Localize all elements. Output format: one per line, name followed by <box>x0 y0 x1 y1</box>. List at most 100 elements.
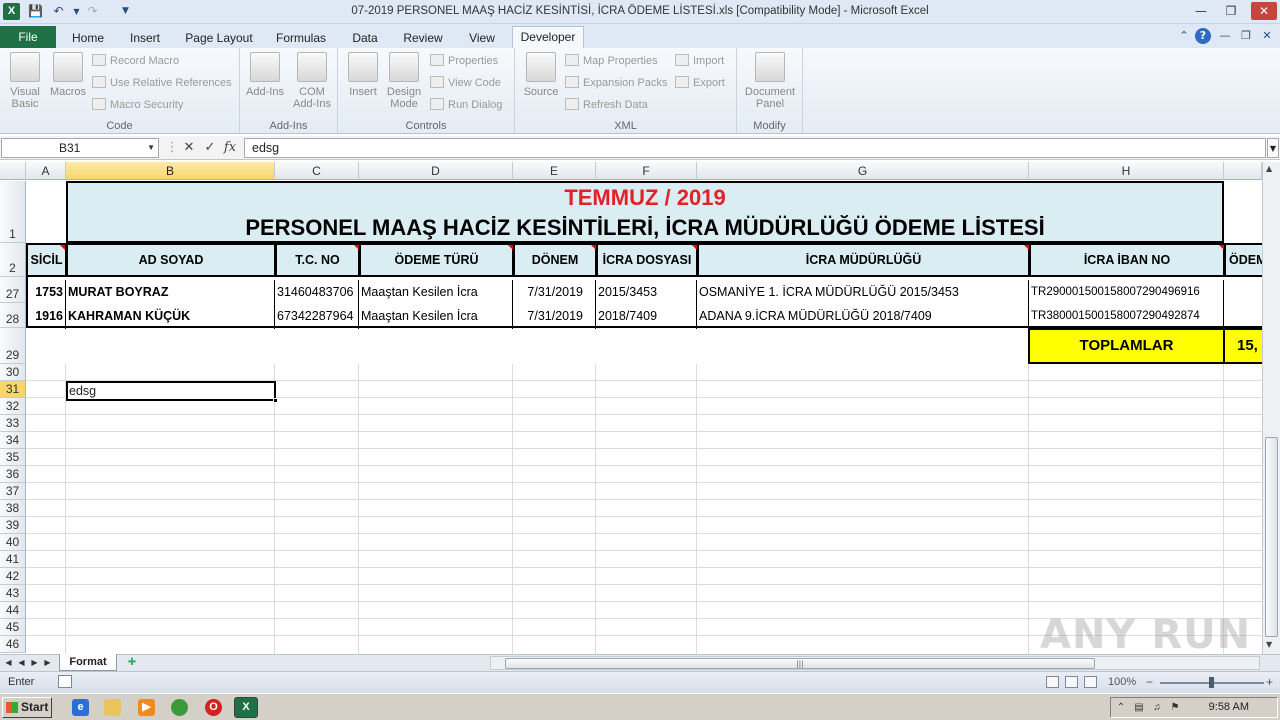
workbook-minimize-icon[interactable]: — <box>1217 28 1233 44</box>
cell-a28[interactable]: 1916 <box>26 304 66 329</box>
cell-i27[interactable] <box>1224 280 1262 305</box>
zoom-level[interactable]: 100% <box>1108 676 1136 688</box>
internet-explorer-icon[interactable]: e <box>72 699 89 716</box>
action-center-flag-icon[interactable]: ⚑ <box>1169 702 1181 714</box>
restore-icon[interactable]: ❐ <box>1220 2 1242 20</box>
page-break-view-icon[interactable] <box>1084 676 1097 688</box>
help-icon[interactable]: ? <box>1195 28 1211 44</box>
column-header-h[interactable]: H <box>1029 162 1224 180</box>
properties-button[interactable]: Properties <box>430 53 498 69</box>
map-properties-button[interactable]: Map Properties <box>565 53 658 69</box>
header-odeme[interactable]: ÖDEM <box>1224 243 1262 277</box>
scroll-up-icon[interactable]: ▲ <box>1266 164 1272 173</box>
tray-expand-icon[interactable]: ⌃ <box>1115 702 1127 714</box>
header-icra-dosyasi[interactable]: İCRA DOSYASI <box>596 243 697 277</box>
column-header-g[interactable]: G <box>697 162 1029 180</box>
run-dialog-button[interactable]: Run Dialog <box>430 97 502 113</box>
record-macro-button[interactable]: Record Macro <box>92 53 179 69</box>
cell-d27[interactable]: Maaştan Kesilen İcra <box>359 280 513 305</box>
cell-f28[interactable]: 2018/7409 <box>596 304 697 329</box>
cell-b27[interactable]: MURAT BOYRAZ <box>66 280 275 305</box>
import-button[interactable]: Import <box>675 53 724 69</box>
last-sheet-icon[interactable]: ▶ <box>42 656 53 670</box>
header-odeme-turu[interactable]: ÖDEME TÜRÜ <box>359 243 513 277</box>
row-header-29[interactable]: 29 <box>0 328 26 364</box>
row-header-2[interactable]: 2 <box>0 243 26 277</box>
tab-page-layout[interactable]: Page Layout <box>180 28 258 48</box>
use-relative-references-button[interactable]: Use Relative References <box>92 75 232 91</box>
cell-h27[interactable]: TR290001500158007290496916 <box>1029 280 1224 305</box>
tab-home[interactable]: Home <box>66 28 110 48</box>
row-header-40[interactable]: 40 <box>0 534 26 551</box>
design-mode-button[interactable]: Design Mode <box>384 52 424 110</box>
expand-formula-bar-icon[interactable]: ▼ <box>1267 138 1279 158</box>
sheet-tab-format[interactable]: Format <box>59 654 117 671</box>
vertical-scroll-thumb[interactable] <box>1265 437 1278 637</box>
header-ad-soyad[interactable]: AD SOYAD <box>66 243 275 277</box>
insert-control-button[interactable]: Insert <box>344 52 382 98</box>
source-button[interactable]: Source <box>521 52 561 98</box>
column-header-c[interactable]: C <box>275 162 359 180</box>
row-header-28[interactable]: 28 <box>0 303 26 328</box>
scroll-down-icon[interactable]: ▼ <box>1266 640 1272 649</box>
header-tc-no[interactable]: T.C. NO <box>275 243 359 277</box>
header-donem[interactable]: DÖNEM <box>513 243 596 277</box>
row-header-44[interactable]: 44 <box>0 602 26 619</box>
row-header-31[interactable]: 31 <box>0 381 26 398</box>
com-addins-button[interactable]: COM Add-Ins <box>290 52 334 110</box>
first-sheet-icon[interactable]: ◀ <box>3 656 14 670</box>
sheet-title-cell[interactable]: TEMMUZ / 2019 PERSONEL MAAŞ HACİZ KESİNT… <box>66 181 1224 243</box>
row-header-46[interactable]: 46 <box>0 636 26 653</box>
addins-button[interactable]: Add-Ins <box>244 52 286 98</box>
horizontal-scrollbar[interactable]: ||| <box>490 656 1260 670</box>
refresh-data-button[interactable]: Refresh Data <box>565 97 648 113</box>
zoom-out-icon[interactable]: − <box>1146 675 1153 689</box>
confirm-entry-icon[interactable]: ✓ <box>202 139 218 157</box>
insert-function-icon[interactable]: fx <box>222 139 238 157</box>
close-icon[interactable]: ✕ <box>1251 2 1277 20</box>
horizontal-scroll-thumb[interactable]: ||| <box>505 658 1095 669</box>
minimize-icon[interactable]: — <box>1190 2 1212 20</box>
row-header-39[interactable]: 39 <box>0 517 26 534</box>
cell-e27[interactable]: 7/31/2019 <box>513 280 596 305</box>
column-header-f[interactable]: F <box>596 162 697 180</box>
fill-handle[interactable] <box>273 398 278 403</box>
expansion-packs-button[interactable]: Expansion Packs <box>565 75 667 91</box>
row-header-32[interactable]: 32 <box>0 398 26 415</box>
column-header-e[interactable]: E <box>513 162 596 180</box>
cell-e28[interactable]: 7/31/2019 <box>513 304 596 329</box>
page-layout-view-icon[interactable] <box>1065 676 1078 688</box>
macro-recording-icon[interactable] <box>58 675 72 688</box>
row-header-30[interactable]: 30 <box>0 364 26 381</box>
tab-view[interactable]: View <box>462 28 502 48</box>
media-player-icon[interactable]: ▶ <box>138 699 155 716</box>
row-header-43[interactable]: 43 <box>0 585 26 602</box>
minimize-ribbon-icon[interactable]: ⌃ <box>1176 28 1192 44</box>
row-header-42[interactable]: 42 <box>0 568 26 585</box>
next-sheet-icon[interactable]: ▶ <box>29 656 40 670</box>
network-icon[interactable]: ▤ <box>1133 702 1145 714</box>
cell-i28[interactable] <box>1224 304 1262 329</box>
row-header-36[interactable]: 36 <box>0 466 26 483</box>
workbook-restore-icon[interactable]: ❐ <box>1238 28 1254 44</box>
tab-insert[interactable]: Insert <box>123 28 167 48</box>
cell-g28[interactable]: ADANA 9.İCRA MÜDÜRLÜĞÜ 2018/7409 <box>697 304 1029 329</box>
vertical-scrollbar[interactable]: ▲ ▼ <box>1262 162 1280 654</box>
macros-button[interactable]: Macros <box>48 52 88 98</box>
column-header-b[interactable]: B <box>66 162 275 180</box>
document-panel-button[interactable]: Document Panel <box>741 52 799 110</box>
row-header-34[interactable]: 34 <box>0 432 26 449</box>
column-header-a[interactable]: A <box>26 162 66 180</box>
visual-basic-button[interactable]: Visual Basic <box>4 52 46 110</box>
cell-c27[interactable]: 31460483706 <box>275 280 359 305</box>
formula-input[interactable]: edsg <box>244 138 1266 158</box>
header-icra-mudurlugu[interactable]: İCRA MÜDÜRLÜĞÜ <box>697 243 1029 277</box>
folder-icon[interactable] <box>104 699 121 716</box>
cell-a27[interactable]: 1753 <box>26 280 66 305</box>
excel-taskbar-button[interactable]: X <box>234 697 258 718</box>
row-header-45[interactable]: 45 <box>0 619 26 636</box>
totals-label-cell[interactable]: TOPLAMLAR <box>1028 328 1225 364</box>
row-header-38[interactable]: 38 <box>0 500 26 517</box>
normal-view-icon[interactable] <box>1046 676 1059 688</box>
cell-g27[interactable]: OSMANİYE 1. İCRA MÜDÜRLÜĞÜ 2015/3453 <box>697 280 1029 305</box>
